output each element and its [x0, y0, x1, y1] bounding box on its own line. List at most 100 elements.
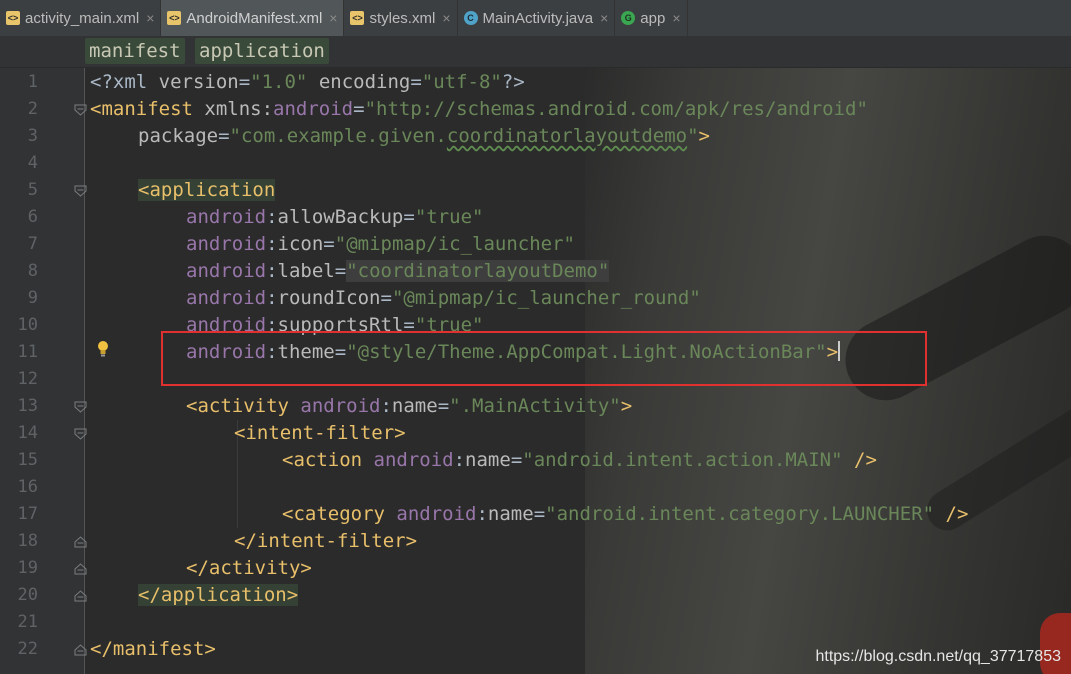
close-icon[interactable]: × [329, 10, 337, 26]
code-token: </application> [138, 584, 299, 606]
line-number: 20 [17, 585, 38, 605]
code-token: android [373, 449, 454, 471]
code-line-22: </manifest> [90, 636, 216, 663]
code-token: : [476, 503, 488, 525]
code-token: </manifest> [90, 638, 216, 660]
code-token: ".MainActivity" [449, 395, 621, 417]
code-token: <application [138, 179, 276, 201]
code-token: <category [282, 503, 397, 525]
code-token: " [687, 125, 699, 147]
code-line-6: android:allowBackup="true" [186, 204, 483, 231]
code-token: = [510, 449, 523, 471]
code-token: coordinatorlayoutdemo [446, 125, 688, 147]
code-line-8: android:label="coordinatorlayoutDemo" [186, 258, 610, 285]
code-token: : [261, 98, 274, 120]
tab-main-activity-java[interactable]: C MainActivity.java × [458, 0, 616, 36]
line-number: 2 [27, 99, 38, 119]
tab-label: app [640, 9, 666, 27]
line-number: 13 [17, 396, 38, 416]
code-token: <action [282, 449, 374, 471]
code-token: <intent-filter> [234, 422, 406, 444]
line-number: 15 [17, 450, 38, 470]
code-line-19: </activity> [186, 555, 312, 582]
code-token: : [453, 449, 466, 471]
code-token: name [391, 395, 438, 417]
code-token: : [266, 233, 278, 255]
line-number: 19 [17, 558, 38, 578]
code-line-3: package="com.example.given.coordinatorla… [138, 123, 710, 150]
code-token: : [266, 206, 278, 228]
code-line-1: <?xml version="1.0" encoding="utf-8"?> [90, 69, 525, 96]
code-line-9: android:roundIcon="@mipmap/ic_launcher_r… [186, 285, 701, 312]
line-number: 4 [27, 153, 38, 173]
code-token: encoding [307, 71, 411, 93]
tab-activity-main-xml[interactable]: <> activity_main.xml × [0, 0, 162, 36]
code-token: label [277, 260, 335, 282]
close-icon[interactable]: × [600, 10, 608, 26]
code-token: "android.intent.category.LAUNCHER" [545, 503, 935, 525]
code-token: android [300, 395, 381, 417]
line-number: 22 [17, 639, 38, 659]
highlight-annotation-box [161, 331, 927, 386]
line-number: 11 [17, 342, 38, 362]
breadcrumb-item-manifest[interactable]: manifest [85, 38, 185, 64]
code-token: <manifest [90, 98, 205, 120]
tab-label: MainActivity.java [482, 9, 594, 27]
code-token: /> [842, 449, 877, 471]
gradle-module-icon: G [621, 11, 636, 25]
line-number: 18 [17, 531, 38, 551]
code-token: = [410, 71, 422, 93]
code-token: "@mipmap/ic_launcher_round" [391, 287, 701, 309]
close-icon[interactable]: × [672, 10, 680, 26]
code-token: android [396, 503, 477, 525]
line-number: 3 [27, 126, 38, 146]
line-number: 9 [27, 288, 38, 308]
editor-tab-bar: <> activity_main.xml × <> AndroidManifes… [0, 0, 1071, 37]
close-icon[interactable]: × [442, 10, 450, 26]
tab-android-manifest-xml[interactable]: <> AndroidManifest.xml × [161, 0, 345, 36]
code-token: allowBackup [277, 206, 404, 228]
code-token: > [620, 395, 633, 417]
tab-label: AndroidManifest.xml [186, 9, 323, 27]
xml-file-icon: <> [350, 11, 365, 25]
code-token: : [266, 260, 278, 282]
line-number: 17 [17, 504, 38, 524]
tab-label: styles.xml [369, 9, 436, 27]
code-token: android [186, 206, 267, 228]
code-token: xmlns [204, 98, 262, 120]
code-token: package [138, 125, 219, 147]
watermark-url: https://blog.csdn.net/qq_37717853 [815, 648, 1061, 665]
code-token: = [334, 260, 347, 282]
line-number: 7 [27, 234, 38, 254]
code-token: name [465, 449, 511, 471]
manifest-file-icon: <> [167, 11, 182, 25]
code-line-15: <action android:name="android.intent.act… [282, 447, 877, 474]
close-icon[interactable]: × [146, 10, 154, 26]
code-token: version [158, 71, 239, 93]
code-token: : [380, 395, 392, 417]
tab-app[interactable]: G app × [615, 0, 688, 36]
code-token: = [238, 71, 251, 93]
code-line-18: </intent-filter> [234, 528, 417, 555]
code-token: roundIcon [277, 287, 381, 309]
code-token: = [437, 395, 450, 417]
code-line-7: android:icon="@mipmap/ic_launcher" [186, 231, 575, 258]
code-token: "android.intent.action.MAIN" [522, 449, 843, 471]
code-line-5: <application [138, 177, 276, 204]
code-token: = [533, 503, 546, 525]
code-token: icon [277, 233, 324, 255]
code-token: : [266, 287, 278, 309]
code-line-14: <intent-filter> [234, 420, 406, 447]
code-token: = [323, 233, 335, 255]
code-token: = [353, 98, 365, 120]
code-token: = [380, 287, 392, 309]
code-token: "coordinatorlayoutDemo" [346, 260, 610, 282]
breadcrumb-item-application[interactable]: application [195, 38, 329, 64]
line-number: 21 [17, 612, 38, 632]
code-token: = [403, 206, 415, 228]
tab-styles-xml[interactable]: <> styles.xml × [344, 0, 458, 36]
code-token: "1.0" [250, 71, 308, 93]
code-token: "utf-8" [421, 71, 502, 93]
line-number: 1 [27, 72, 38, 92]
code-line-20: </application> [138, 582, 299, 609]
